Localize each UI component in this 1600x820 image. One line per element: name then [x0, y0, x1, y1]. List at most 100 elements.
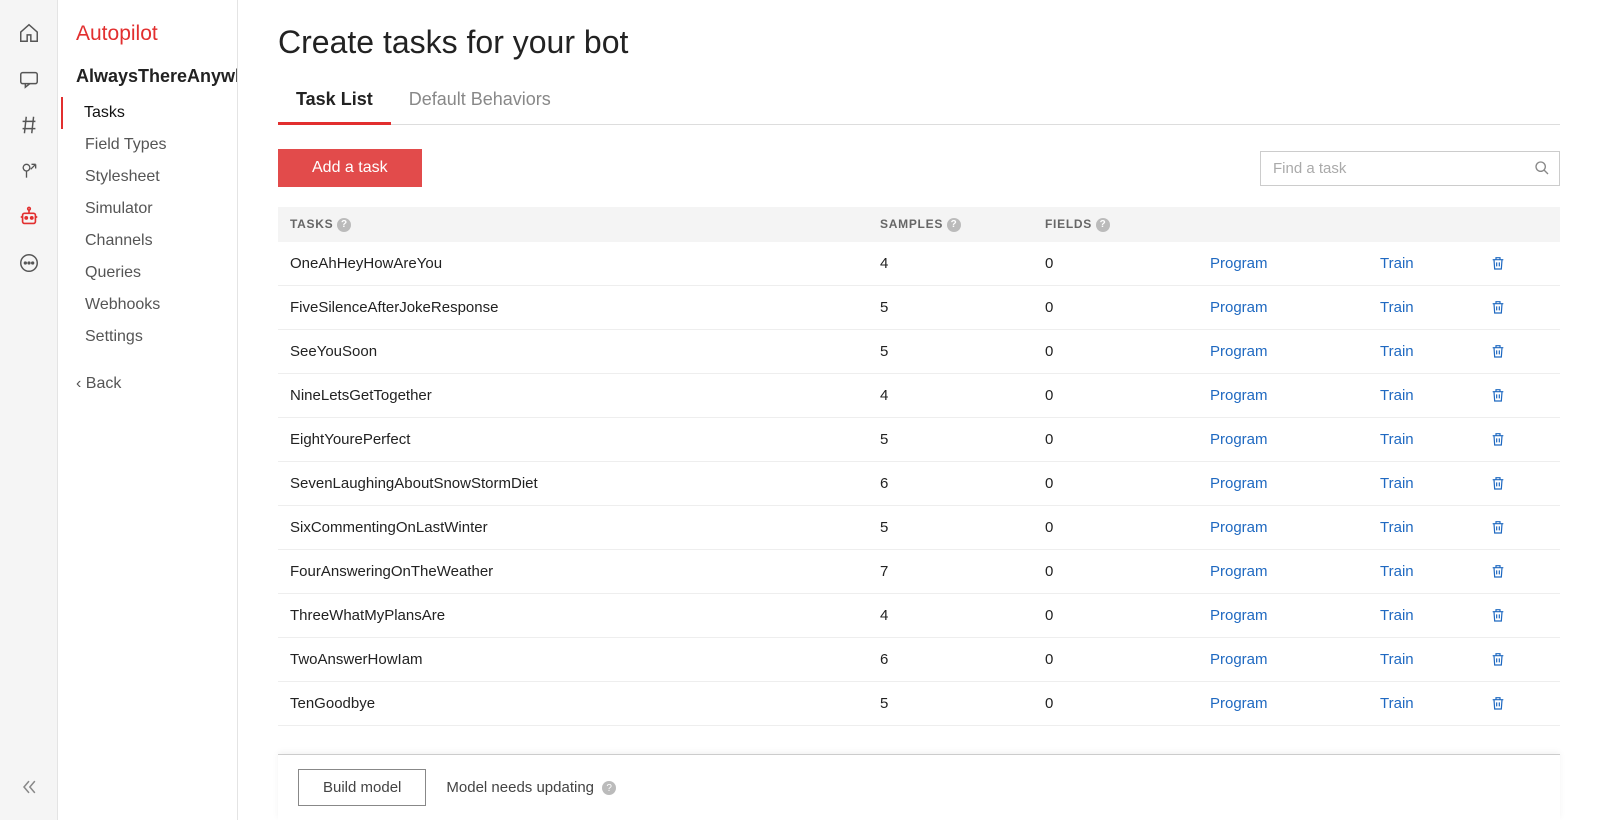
table-row: OneAhHeyHowAreYou40ProgramTrain [278, 242, 1560, 286]
robot-icon[interactable] [8, 196, 50, 238]
nav-item-simulator[interactable]: Simulator [58, 193, 237, 225]
build-model-button[interactable]: Build model [298, 769, 426, 806]
task-name[interactable]: OneAhHeyHowAreYou [290, 255, 880, 272]
trash-icon[interactable] [1490, 519, 1530, 535]
search-input[interactable] [1260, 151, 1560, 186]
task-fields: 0 [1045, 475, 1210, 492]
table-row: NineLetsGetTogether40ProgramTrain [278, 374, 1560, 418]
tab-task-list[interactable]: Task List [278, 89, 391, 125]
train-link[interactable]: Train [1380, 695, 1414, 712]
train-link[interactable]: Train [1380, 519, 1414, 536]
table-row: ThreeWhatMyPlansAre40ProgramTrain [278, 594, 1560, 638]
trash-icon[interactable] [1490, 607, 1530, 623]
nav-item-channels[interactable]: Channels [58, 225, 237, 257]
train-link[interactable]: Train [1380, 343, 1414, 360]
hash-icon[interactable] [8, 104, 50, 146]
train-link[interactable]: Train [1380, 475, 1414, 492]
product-name: Autopilot [58, 22, 237, 66]
tasks-table: TASKS? SAMPLES? FIELDS? OneAhHeyHowAreYo… [278, 207, 1560, 726]
help-icon[interactable]: ? [602, 781, 616, 795]
more-icon[interactable] [8, 242, 50, 284]
program-link[interactable]: Program [1210, 431, 1268, 448]
tabs: Task ListDefault Behaviors [278, 89, 1560, 125]
nav-item-settings[interactable]: Settings [58, 321, 237, 353]
task-name[interactable]: SixCommentingOnLastWinter [290, 519, 880, 536]
train-link[interactable]: Train [1380, 255, 1414, 272]
program-link[interactable]: Program [1210, 563, 1268, 580]
program-link[interactable]: Program [1210, 519, 1268, 536]
nav-item-queries[interactable]: Queries [58, 257, 237, 289]
nav-item-tasks[interactable]: Tasks [61, 97, 237, 129]
program-link[interactable]: Program [1210, 607, 1268, 624]
program-link[interactable]: Program [1210, 475, 1268, 492]
trash-icon[interactable] [1490, 475, 1530, 491]
table-row: FourAnsweringOnTheWeather70ProgramTrain [278, 550, 1560, 594]
task-samples: 7 [880, 563, 1045, 580]
task-name[interactable]: ThreeWhatMyPlansAre [290, 607, 880, 624]
program-link[interactable]: Program [1210, 695, 1268, 712]
help-icon[interactable]: ? [1096, 218, 1110, 232]
task-samples: 4 [880, 255, 1045, 272]
task-fields: 0 [1045, 519, 1210, 536]
nav-item-webhooks[interactable]: Webhooks [58, 289, 237, 321]
trash-icon[interactable] [1490, 563, 1530, 579]
train-link[interactable]: Train [1380, 387, 1414, 404]
nav-item-stylesheet[interactable]: Stylesheet [58, 161, 237, 193]
task-name[interactable]: TenGoodbye [290, 695, 880, 712]
pin-icon[interactable] [8, 150, 50, 192]
trash-icon[interactable] [1490, 431, 1530, 447]
trash-icon[interactable] [1490, 695, 1530, 711]
samples-header: SAMPLES [880, 217, 943, 231]
task-samples: 6 [880, 651, 1045, 668]
task-samples: 5 [880, 299, 1045, 316]
task-name[interactable]: SeeYouSoon [290, 343, 880, 360]
task-samples: 6 [880, 475, 1045, 492]
train-link[interactable]: Train [1380, 563, 1414, 580]
back-link[interactable]: ‹ Back [58, 353, 237, 415]
task-fields: 0 [1045, 343, 1210, 360]
program-link[interactable]: Program [1210, 343, 1268, 360]
table-row: TenGoodbye50ProgramTrain [278, 682, 1560, 726]
trash-icon[interactable] [1490, 299, 1530, 315]
trash-icon[interactable] [1490, 343, 1530, 359]
table-row: TwoAnswerHowIam60ProgramTrain [278, 638, 1560, 682]
program-link[interactable]: Program [1210, 299, 1268, 316]
task-name[interactable]: FiveSilenceAfterJokeResponse [290, 299, 880, 316]
task-name[interactable]: NineLetsGetTogether [290, 387, 880, 404]
task-samples: 5 [880, 431, 1045, 448]
nav-item-field-types[interactable]: Field Types [58, 129, 237, 161]
icon-rail [0, 0, 58, 820]
task-name[interactable]: TwoAnswerHowIam [290, 651, 880, 668]
trash-icon[interactable] [1490, 651, 1530, 667]
page-title: Create tasks for your bot [278, 24, 1560, 61]
program-link[interactable]: Program [1210, 387, 1268, 404]
task-fields: 0 [1045, 431, 1210, 448]
task-samples: 5 [880, 695, 1045, 712]
add-task-button[interactable]: Add a task [278, 149, 422, 187]
task-name[interactable]: SevenLaughingAboutSnowStormDiet [290, 475, 880, 492]
train-link[interactable]: Train [1380, 431, 1414, 448]
train-link[interactable]: Train [1380, 651, 1414, 668]
train-link[interactable]: Train [1380, 299, 1414, 316]
train-link[interactable]: Train [1380, 607, 1414, 624]
help-icon[interactable]: ? [337, 218, 351, 232]
model-status: Model needs updating ? [446, 779, 616, 796]
collapse-rail-icon[interactable] [8, 772, 50, 802]
task-samples: 4 [880, 607, 1045, 624]
search-icon [1534, 160, 1550, 176]
chat-icon[interactable] [8, 58, 50, 100]
task-fields: 0 [1045, 299, 1210, 316]
program-link[interactable]: Program [1210, 255, 1268, 272]
task-name[interactable]: FourAnsweringOnTheWeather [290, 563, 880, 580]
side-nav: Autopilot AlwaysThereAnywh TasksField Ty… [58, 0, 238, 820]
program-link[interactable]: Program [1210, 651, 1268, 668]
task-samples: 5 [880, 519, 1045, 536]
main-content: Create tasks for your bot Task ListDefau… [238, 0, 1600, 820]
trash-icon[interactable] [1490, 255, 1530, 271]
task-name[interactable]: EightYourePerfect [290, 431, 880, 448]
home-icon[interactable] [8, 12, 50, 54]
build-footer: Build model Model needs updating ? [278, 754, 1560, 820]
help-icon[interactable]: ? [947, 218, 961, 232]
tab-default-behaviors[interactable]: Default Behaviors [391, 89, 569, 124]
trash-icon[interactable] [1490, 387, 1530, 403]
